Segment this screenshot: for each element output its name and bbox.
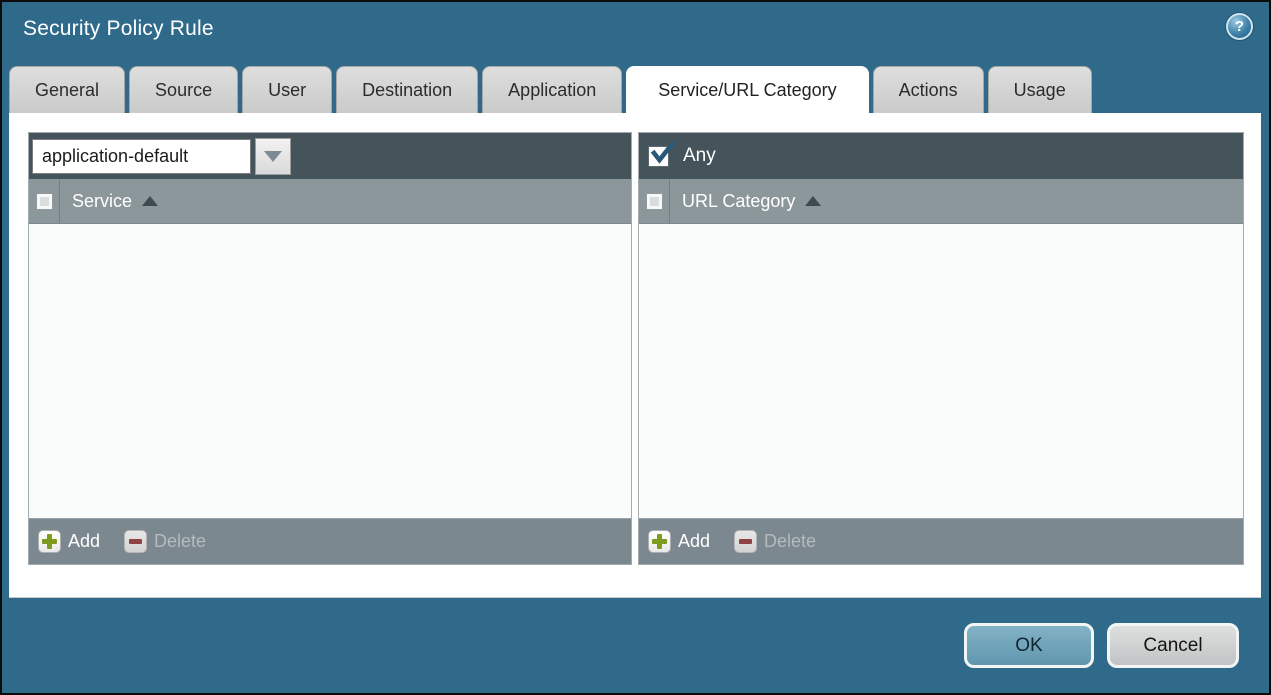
tab-source[interactable]: Source xyxy=(129,66,239,113)
add-url-category-button[interactable]: Add xyxy=(648,530,710,553)
tab-destination[interactable]: Destination xyxy=(336,66,479,113)
plus-icon xyxy=(38,530,61,553)
tab-service-url-category[interactable]: Service/URL Category xyxy=(626,66,869,113)
minus-icon xyxy=(124,530,148,553)
dialog-action-bar: OK Cancel xyxy=(964,623,1239,668)
url-category-select-all-cell xyxy=(639,179,670,223)
tab-actions[interactable]: Actions xyxy=(872,66,984,113)
dialog-title: Security Policy Rule xyxy=(23,17,214,40)
url-category-panel: Any URL Category Add Delete xyxy=(638,132,1244,565)
service-footer: Add Delete xyxy=(29,518,631,564)
service-type-dropdown[interactable]: application-default xyxy=(32,137,291,175)
checkmark-icon xyxy=(650,140,676,164)
select-all-url-categories-checkbox[interactable] xyxy=(645,192,663,210)
url-category-list[interactable] xyxy=(639,224,1243,518)
delete-url-category-button[interactable]: Delete xyxy=(734,530,816,553)
minus-icon xyxy=(734,530,758,553)
cancel-button[interactable]: Cancel xyxy=(1107,623,1239,668)
help-glyph: ? xyxy=(1234,18,1245,35)
url-category-table-header: URL Category xyxy=(639,179,1243,224)
tab-user[interactable]: User xyxy=(242,66,333,113)
add-service-label: Add xyxy=(68,531,101,551)
service-column-label[interactable]: Service xyxy=(72,191,132,212)
add-url-category-label: Add xyxy=(678,531,711,551)
tab-general[interactable]: General xyxy=(9,66,126,113)
delete-url-category-label: Delete xyxy=(764,531,817,551)
any-label: Any xyxy=(683,145,716,166)
chevron-down-icon[interactable] xyxy=(255,137,291,175)
service-table-header: Service xyxy=(29,179,631,224)
tab-application[interactable]: Application xyxy=(482,66,623,113)
url-category-footer: Add Delete xyxy=(639,518,1243,564)
url-category-column-label[interactable]: URL Category xyxy=(682,191,795,212)
service-select-all-cell xyxy=(29,179,60,223)
ok-button[interactable]: OK xyxy=(964,623,1094,668)
security-policy-rule-dialog: Security Policy Rule ? General Source Us… xyxy=(0,0,1271,695)
tab-bar: General Source User Destination Applicat… xyxy=(9,66,1092,113)
help-icon[interactable]: ? xyxy=(1226,13,1253,40)
tab-usage[interactable]: Usage xyxy=(987,66,1092,113)
sort-ascending-icon[interactable] xyxy=(142,196,159,206)
service-panel: application-default Service Add Delete xyxy=(28,132,632,565)
sort-ascending-icon[interactable] xyxy=(805,196,822,206)
tab-content: application-default Service Add Delete A… xyxy=(9,113,1261,598)
url-category-toolbar: Any xyxy=(639,133,1243,179)
triangle-down-glyph xyxy=(264,150,282,162)
any-checkbox[interactable] xyxy=(648,140,676,167)
delete-service-label: Delete xyxy=(154,531,207,551)
add-service-button[interactable]: Add xyxy=(38,530,100,553)
select-all-services-checkbox[interactable] xyxy=(35,192,53,210)
service-list[interactable] xyxy=(29,224,631,518)
service-toolbar: application-default xyxy=(29,133,631,179)
any-row: Any xyxy=(642,140,716,167)
service-type-value[interactable]: application-default xyxy=(32,138,251,174)
delete-service-button[interactable]: Delete xyxy=(124,530,206,553)
plus-icon xyxy=(648,530,671,553)
